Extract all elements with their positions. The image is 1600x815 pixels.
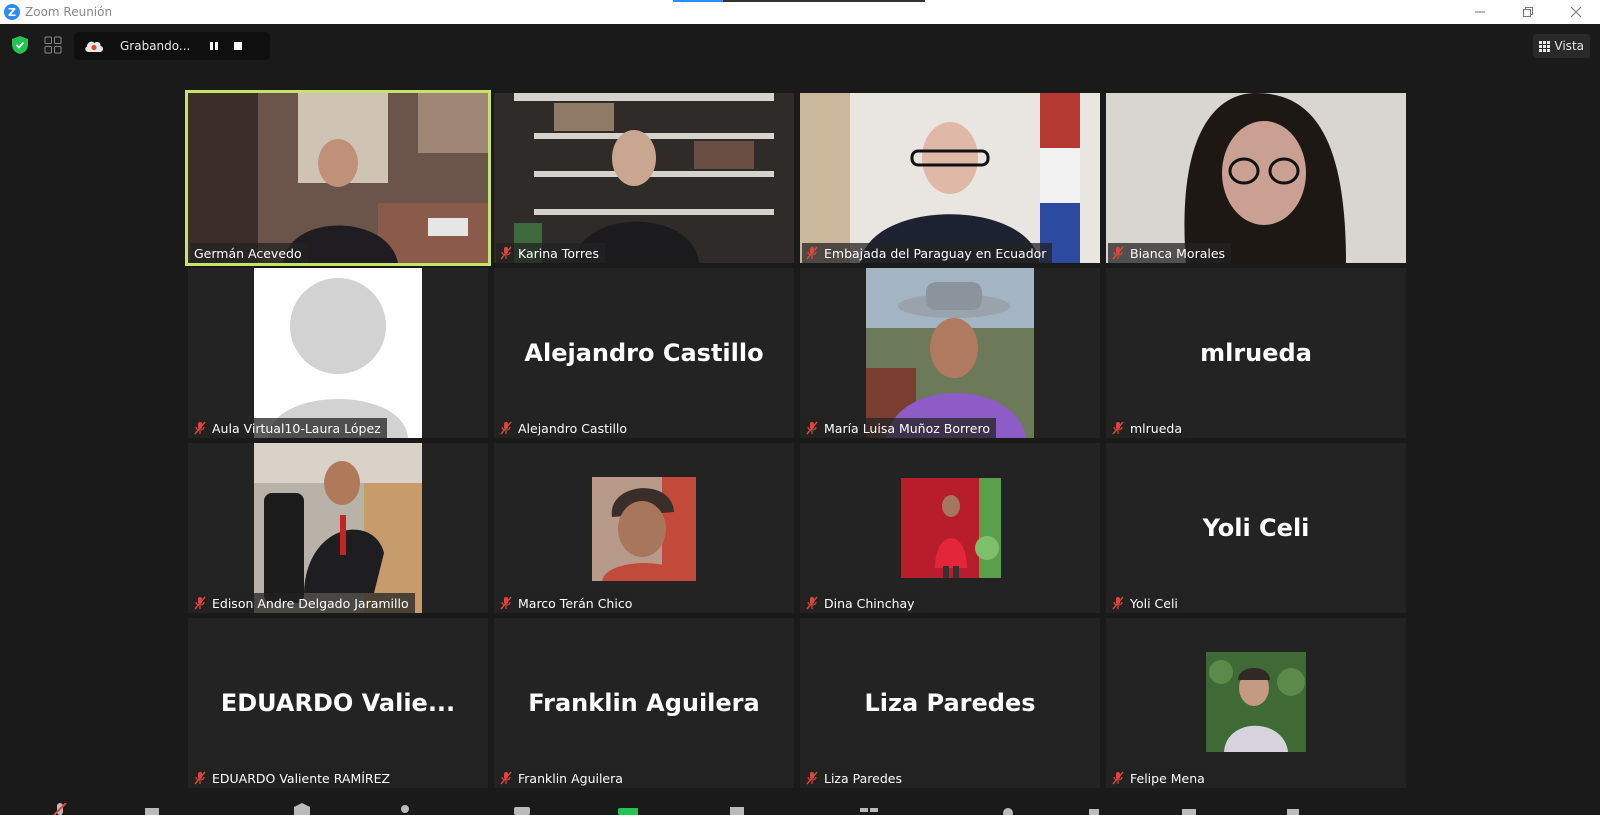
participant-display-name: Franklin Aguilera: [528, 689, 760, 717]
participant-tile[interactable]: Karina Torres: [494, 93, 794, 263]
participant-tile[interactable]: mlrueda mlrueda: [1106, 268, 1406, 438]
muted-mic-icon: [194, 421, 206, 435]
load-progress-bar: [673, 0, 925, 2]
pause-icon: [210, 42, 218, 50]
default-avatar-icon: [254, 268, 422, 438]
muted-mic-icon: [500, 246, 512, 260]
participant-name-tag: Liza Paredes: [802, 768, 908, 788]
muted-mic-icon: [194, 596, 206, 610]
participant-name-tag: Franklin Aguilera: [496, 768, 629, 788]
share-screen-icon[interactable]: [618, 803, 638, 815]
mute-mic-icon[interactable]: [50, 803, 70, 815]
participant-tile[interactable]: Marco Terán Chico: [494, 443, 794, 613]
view-label: Vista: [1554, 39, 1584, 53]
participants-icon[interactable]: [395, 803, 415, 815]
participant-display-name: Yoli Celi: [1202, 514, 1310, 542]
participant-name-tag: Felipe Mena: [1108, 768, 1211, 788]
close-icon: [1571, 7, 1581, 17]
recording-indicator: Grabando...: [74, 32, 270, 60]
grid-layout-icon[interactable]: [44, 36, 62, 54]
breakout-rooms-icon[interactable]: [860, 803, 880, 815]
minimize-icon: [1475, 11, 1485, 13]
participant-tile[interactable]: Dina Chinchay: [800, 443, 1100, 613]
close-button[interactable]: [1552, 0, 1600, 24]
participant-tile[interactable]: Aula Virtual10-Laura López: [188, 268, 488, 438]
restore-button[interactable]: [1504, 0, 1552, 24]
window-titlebar: Z Zoom Reunión: [0, 0, 1600, 24]
window-title: Zoom Reunión: [25, 5, 113, 19]
participant-tile[interactable]: Franklin Aguilera Franklin Aguilera: [494, 618, 794, 788]
view-button[interactable]: Vista: [1533, 34, 1590, 58]
reactions-icon[interactable]: [1000, 803, 1020, 815]
participant-photo: [866, 268, 1034, 438]
participant-video: [494, 93, 794, 263]
muted-mic-icon: [806, 596, 818, 610]
participant-tile[interactable]: Embajada del Paraguay en Ecuador: [800, 93, 1100, 263]
pause-recording-button[interactable]: [202, 36, 226, 56]
video-icon[interactable]: [145, 803, 165, 815]
participant-display-name: EDUARDO Valie...: [220, 689, 456, 717]
muted-mic-icon: [194, 771, 206, 785]
participant-tile[interactable]: Bianca Morales: [1106, 93, 1406, 263]
participant-tile[interactable]: Liza Paredes Liza Paredes: [800, 618, 1100, 788]
participant-name-tag: mlrueda: [1108, 418, 1188, 438]
restore-icon: [1523, 7, 1533, 17]
grid-view-icon: [1539, 40, 1551, 52]
muted-mic-icon: [806, 421, 818, 435]
meeting-controls-toolbar: [0, 800, 1600, 815]
minimize-button[interactable]: [1456, 0, 1504, 24]
participant-name-tag: Dina Chinchay: [802, 593, 921, 613]
participant-tile[interactable]: Yoli Celi Yoli Celi: [1106, 443, 1406, 613]
participant-name-tag: Marco Terán Chico: [496, 593, 639, 613]
muted-mic-icon: [500, 421, 512, 435]
participant-name-tag: Bianca Morales: [1108, 243, 1232, 263]
meeting-top-bar: Grabando... Vista: [0, 24, 1600, 68]
participant-tile[interactable]: Germán Acevedo: [185, 90, 491, 266]
participant-name-tag: Germán Acevedo: [190, 243, 308, 263]
participant-photo: [901, 478, 1001, 578]
zoom-logo-icon: Z: [4, 4, 20, 20]
participant-video: [1106, 93, 1406, 263]
muted-mic-icon: [1112, 771, 1124, 785]
participant-name-tag: María Luisa Muñoz Borrero: [802, 418, 996, 438]
recording-label: Grabando...: [120, 39, 191, 53]
participant-video: [800, 93, 1100, 263]
muted-mic-icon: [1112, 596, 1124, 610]
participant-name-tag: Edison Andre Delgado Jaramillo: [190, 593, 415, 613]
participant-name-tag: Karina Torres: [496, 243, 605, 263]
participant-name-tag: Embajada del Paraguay en Ecuador: [802, 243, 1053, 263]
stop-icon: [234, 42, 242, 50]
participant-photo: [592, 477, 696, 581]
muted-mic-icon: [1112, 421, 1124, 435]
muted-mic-icon: [500, 596, 512, 610]
participant-tile[interactable]: María Luisa Muñoz Borrero: [800, 268, 1100, 438]
more-icon[interactable]: [1285, 803, 1305, 815]
cloud-recording-icon: [85, 41, 104, 52]
participant-name-tag: Alejandro Castillo: [496, 418, 634, 438]
chat-icon[interactable]: [512, 803, 532, 815]
muted-mic-icon: [500, 771, 512, 785]
apps-icon[interactable]: [1085, 803, 1105, 815]
participant-display-name: mlrueda: [1200, 339, 1312, 367]
stop-recording-button[interactable]: [226, 36, 250, 56]
participant-name-tag: EDUARDO Valiente RAMÍREZ: [190, 768, 397, 788]
participant-display-name: Liza Paredes: [864, 689, 1036, 717]
participant-tile[interactable]: EDUARDO Valie... EDUARDO Valiente RAMÍRE…: [188, 618, 488, 788]
participant-video: [188, 93, 488, 263]
participant-name-tag: Yoli Celi: [1108, 593, 1184, 613]
participant-display-name: Alejandro Castillo: [524, 339, 764, 367]
muted-mic-icon: [806, 771, 818, 785]
participant-name-tag: Aula Virtual10-Laura López: [190, 418, 387, 438]
participant-tile[interactable]: Alejandro Castillo Alejandro Castillo: [494, 268, 794, 438]
security-icon[interactable]: [292, 803, 312, 815]
participant-tile[interactable]: Felipe Mena: [1106, 618, 1406, 788]
participant-photo: [254, 443, 422, 613]
whiteboard-icon[interactable]: [1180, 803, 1200, 815]
encryption-shield-icon[interactable]: [12, 36, 28, 54]
muted-mic-icon: [1112, 246, 1124, 260]
participant-photo: [1206, 652, 1306, 752]
muted-mic-icon: [806, 246, 818, 260]
participant-tile[interactable]: Edison Andre Delgado Jaramillo: [188, 443, 488, 613]
record-icon[interactable]: [728, 803, 748, 815]
